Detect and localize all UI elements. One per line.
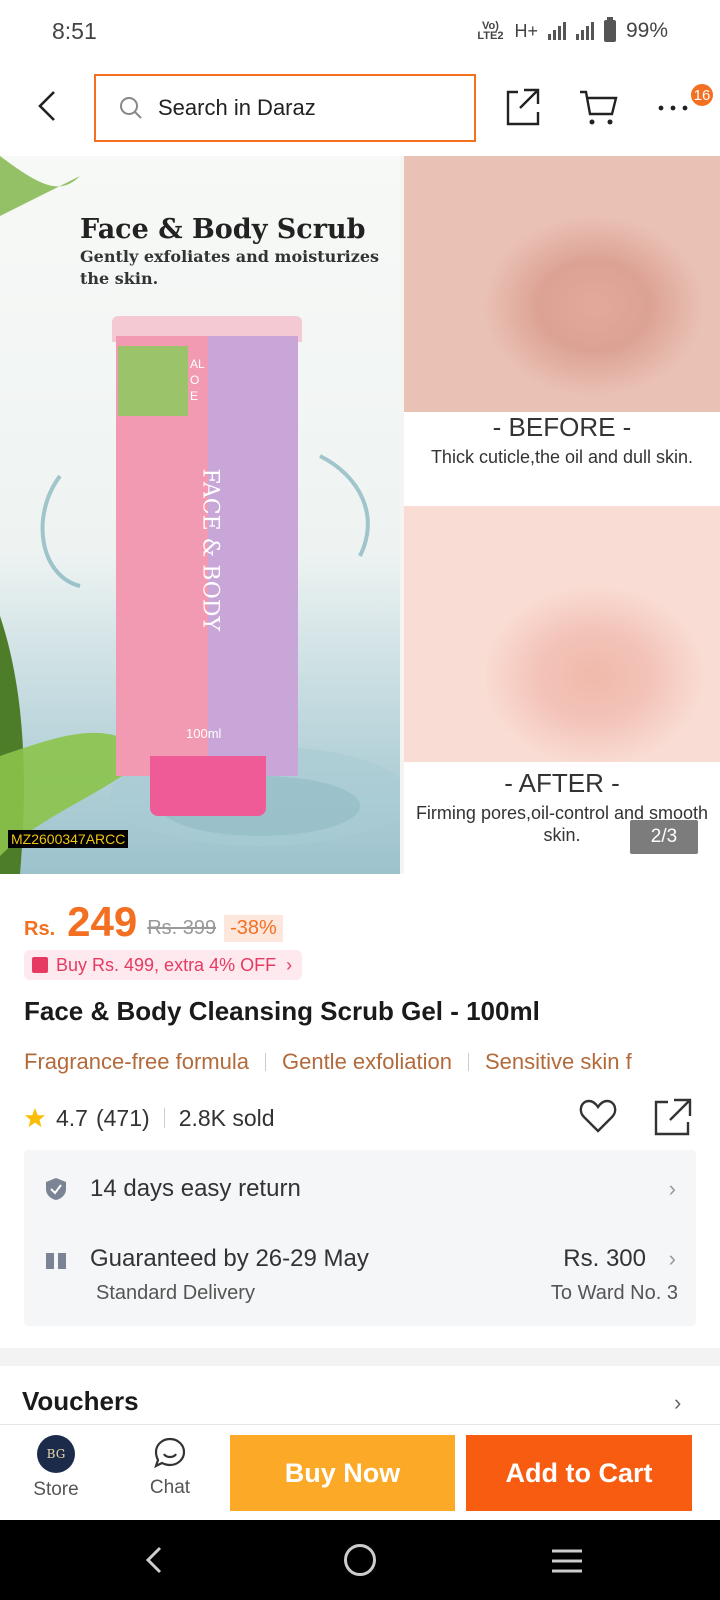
signal-icon-2 <box>575 22 594 40</box>
signal-icon <box>547 22 566 40</box>
shipping-price: Rs. 300 <box>563 1245 646 1272</box>
volte-icon: Vo) LTE2 <box>477 20 504 42</box>
nav-home-icon[interactable] <box>344 1544 376 1576</box>
carousel-page-indicator: 2/3 <box>630 820 698 854</box>
bottom-action-bar: BG Store Chat Buy Now Add to Cart <box>0 1424 720 1520</box>
battery-icon <box>603 17 616 42</box>
tag-divider <box>264 1053 266 1071</box>
tube-side-text: ALOE <box>190 357 205 403</box>
status-icons: Vo) LTE2 H+ 99% <box>476 17 668 43</box>
status-bar: 8:51 Vo) LTE2 H+ 99% <box>0 0 720 62</box>
image-title: Face & Body Scrub <box>80 214 366 245</box>
before-description: Thick cuticle,the oil and dull skin. <box>430 447 694 467</box>
status-time: 8:51 <box>52 17 97 44</box>
delivery-box-icon <box>46 1249 66 1269</box>
cart-badge: 16 <box>689 82 715 108</box>
feature-tag: Sensitive skin f <box>484 1049 632 1074</box>
delivery-type: Standard Delivery <box>96 1282 255 1304</box>
rating-count: (471) <box>95 1104 150 1131</box>
shipping-destination: To Ward No. 3 <box>550 1282 678 1304</box>
image-subtitle: Gently exfoliates and moisturizes the sk… <box>80 247 380 288</box>
product-image-carousel[interactable]: Face & Body Scrub Gently exfoliates and … <box>0 156 720 874</box>
price-row: Rs. 249 Rs. 399 -38% <box>24 898 283 946</box>
return-policy-row[interactable]: 14 days easy return › <box>44 1172 684 1206</box>
delivery-guarantee-text: Guaranteed by 26-29 May <box>90 1245 369 1272</box>
chevron-right-icon: › <box>286 954 293 975</box>
system-nav-bar <box>0 1520 720 1600</box>
product-tube: ALOE FACE & BODY 100ml <box>112 316 302 816</box>
rating-score: 4.7 <box>56 1104 88 1131</box>
vouchers-heading[interactable]: Vouchers <box>22 1386 139 1417</box>
battery-level: 99% <box>625 19 668 42</box>
image-watermark: MZ2600347ARCC <box>8 830 129 848</box>
share-icon[interactable] <box>502 84 542 128</box>
product-photo: Face & Body Scrub Gently exfoliates and … <box>0 156 400 874</box>
feature-tag: Fragrance-free formula <box>24 1049 249 1074</box>
section-divider <box>0 1348 720 1366</box>
before-nose-photo <box>404 156 720 412</box>
product-title: Face & Body Cleansing Scrub Gel - 100ml <box>24 996 540 1026</box>
before-label: - BEFORE - <box>492 412 632 442</box>
chevron-right-icon: › <box>668 1176 676 1201</box>
promo-text: Buy Rs. 499, extra 4% OFF <box>56 954 277 975</box>
wishlist-heart-icon[interactable] <box>578 1096 618 1136</box>
add-to-cart-button[interactable]: Add to Cart <box>466 1435 692 1511</box>
delivery-row[interactable]: Guaranteed by 26-29 May Rs. 300 › <box>44 1242 684 1276</box>
discount-badge: -38% <box>224 915 283 942</box>
tube-volume: 100ml <box>186 726 222 741</box>
store-logo: BG <box>37 1435 75 1473</box>
tag-divider <box>467 1053 469 1071</box>
buy-now-button[interactable]: Buy Now <box>230 1435 455 1511</box>
tube-main-text: FACE & BODY <box>197 468 223 631</box>
return-policy-text: 14 days easy return <box>90 1175 301 1202</box>
current-price: 249 <box>67 898 138 945</box>
feature-tag: Gentle exfoliation <box>281 1049 452 1074</box>
shield-check-icon <box>46 1178 66 1200</box>
share-icon[interactable] <box>652 1096 694 1138</box>
after-nose-photo <box>404 506 720 762</box>
chat-button[interactable]: Chat <box>134 1435 206 1499</box>
search-placeholder: Search in Daraz <box>158 95 316 120</box>
promo-banner[interactable]: Buy Rs. 499, extra 4% OFF › <box>24 950 303 980</box>
currency-label: Rs. <box>24 918 56 940</box>
chevron-right-icon[interactable]: › <box>674 1390 681 1416</box>
search-icon <box>120 97 142 119</box>
store-button[interactable]: BG Store <box>20 1435 92 1501</box>
nav-recents-icon[interactable] <box>550 1546 584 1576</box>
sold-count: 2.8K sold <box>178 1104 275 1131</box>
network-type: H+ <box>514 20 538 41</box>
store-label: Store <box>33 1479 79 1500</box>
rating-divider <box>163 1108 165 1128</box>
search-input[interactable]: Search in Daraz <box>94 74 476 142</box>
top-header: Search in Daraz <box>0 62 720 154</box>
nav-back-icon[interactable] <box>140 1540 170 1580</box>
cart-icon[interactable] <box>576 84 620 128</box>
back-arrow-icon[interactable] <box>30 84 70 128</box>
chat-bubble-icon <box>154 1437 186 1469</box>
chevron-right-icon: › <box>668 1246 676 1271</box>
chat-label: Chat <box>149 1477 191 1498</box>
before-after-panel: - BEFORE - Thick cuticle,the oil and dul… <box>404 156 720 874</box>
service-info-card: 14 days easy return › Guaranteed by 26-2… <box>24 1150 696 1326</box>
promo-tag-icon <box>32 957 48 973</box>
feature-tags: Fragrance-free formula Gentle exfoliatio… <box>24 1046 720 1078</box>
original-price: Rs. 399 <box>147 917 217 939</box>
star-icon <box>24 1107 46 1128</box>
after-label: - AFTER - <box>504 768 620 798</box>
